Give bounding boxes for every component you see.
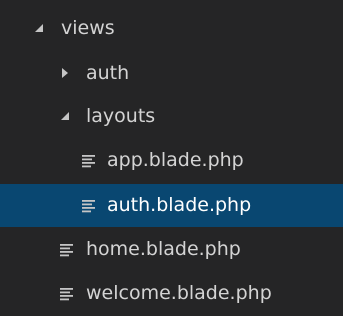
tree-item-app-blade-file[interactable]: app.blade.php <box>0 139 343 182</box>
file-lines-icon <box>82 155 95 168</box>
tree-item-label: welcome.blade.php <box>86 282 272 304</box>
file-lines-icon <box>82 200 95 213</box>
tree-item-label: auth.blade.php <box>107 194 252 216</box>
chevron-down-icon[interactable] <box>33 22 45 34</box>
tree-item-views-folder[interactable]: views <box>0 7 343 50</box>
tree-item-auth-folder[interactable]: auth <box>0 52 343 95</box>
tree-item-label: app.blade.php <box>107 149 244 171</box>
tree-item-layouts-folder[interactable]: layouts <box>0 95 343 138</box>
tree-item-label: auth <box>86 62 130 84</box>
file-explorer-tree: views auth layouts app.blade.php auth.bl… <box>0 0 343 316</box>
chevron-right-icon[interactable] <box>59 67 71 79</box>
chevron-down-icon[interactable] <box>59 110 71 122</box>
tree-item-label: views <box>61 17 115 39</box>
tree-item-label: home.blade.php <box>86 238 241 260</box>
tree-item-home-blade-file[interactable]: home.blade.php <box>0 228 343 271</box>
file-lines-icon <box>60 288 73 301</box>
tree-item-label: layouts <box>86 105 156 127</box>
tree-item-auth-blade-file[interactable]: auth.blade.php <box>0 184 343 227</box>
file-lines-icon <box>60 244 73 257</box>
tree-item-welcome-blade-file[interactable]: welcome.blade.php <box>0 272 343 315</box>
